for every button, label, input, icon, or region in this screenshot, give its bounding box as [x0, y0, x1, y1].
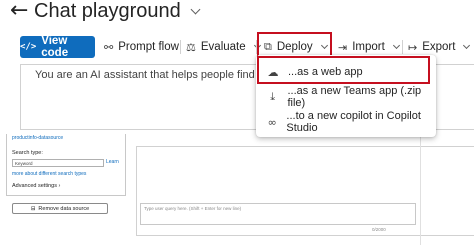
- copilot-icon: ∞: [267, 115, 277, 129]
- system-message-text: You are an AI assistant that helps peopl…: [35, 69, 263, 81]
- code-icon: </>: [20, 42, 37, 52]
- import-label: Import: [352, 41, 385, 53]
- remove-icon: ⊟: [30, 205, 36, 212]
- prompt-flow-label: Prompt flow: [118, 41, 179, 53]
- view-code-label: View code: [41, 35, 69, 59]
- menu-item-label: ...to a new copilot in Copilot Studio: [286, 110, 421, 134]
- evaluate-label: Evaluate: [200, 41, 246, 53]
- search-type-select[interactable]: Keyword: [12, 159, 104, 167]
- view-code-button[interactable]: </> View code: [20, 35, 95, 59]
- toolbar-divider: [402, 40, 403, 54]
- menu-item-teams-app[interactable]: ⤓ ...as a new Teams app (.zip file): [256, 84, 436, 110]
- chat-input[interactable]: Type user query here. (Shift + Enter for…: [140, 203, 416, 225]
- data-source-link[interactable]: productinfo-datasource: [12, 135, 63, 141]
- search-types-link[interactable]: more about different search types: [12, 171, 86, 177]
- chevron-down-icon: [463, 41, 471, 50]
- chevron-down-icon[interactable]: [190, 4, 201, 15]
- advanced-settings-label: Advanced settings: [12, 183, 57, 189]
- evaluate-button[interactable]: ⚖ Evaluate: [186, 36, 261, 58]
- web-app-highlight-box: [257, 56, 430, 84]
- page-title: Chat playground: [34, 0, 181, 22]
- remove-data-source-label: Remove data source: [38, 205, 90, 212]
- chevron-right-icon: ›: [58, 183, 61, 189]
- export-icon: ↦: [408, 40, 418, 54]
- menu-item-copilot-studio[interactable]: ∞ ...to a new copilot in Copilot Studio: [256, 109, 436, 135]
- arrow-left-icon[interactable]: ←: [10, 0, 28, 22]
- import-icon: ⇥: [338, 40, 348, 54]
- menu-item-label: ...as a new Teams app (.zip file): [287, 85, 422, 109]
- character-counter: 0/2000: [372, 227, 386, 232]
- export-label: Export: [422, 41, 456, 53]
- flow-icon: ⚯: [104, 40, 114, 54]
- advanced-settings-toggle[interactable]: Advanced settings ›: [12, 183, 60, 189]
- chevron-down-icon: [392, 41, 400, 50]
- learn-link[interactable]: Learn: [106, 159, 119, 165]
- evaluate-icon: ⚖: [186, 40, 196, 54]
- search-type-label: Search type:: [12, 150, 43, 156]
- page-header: ← Chat playground: [0, 0, 474, 30]
- prompt-flow-button[interactable]: ⚯ Prompt flow: [104, 36, 179, 58]
- download-icon: ⤓: [270, 90, 276, 103]
- toolbar-divider: [180, 40, 181, 54]
- remove-data-source-button[interactable]: ⊟ Remove data source: [12, 203, 108, 214]
- panel-divider: [420, 134, 421, 245]
